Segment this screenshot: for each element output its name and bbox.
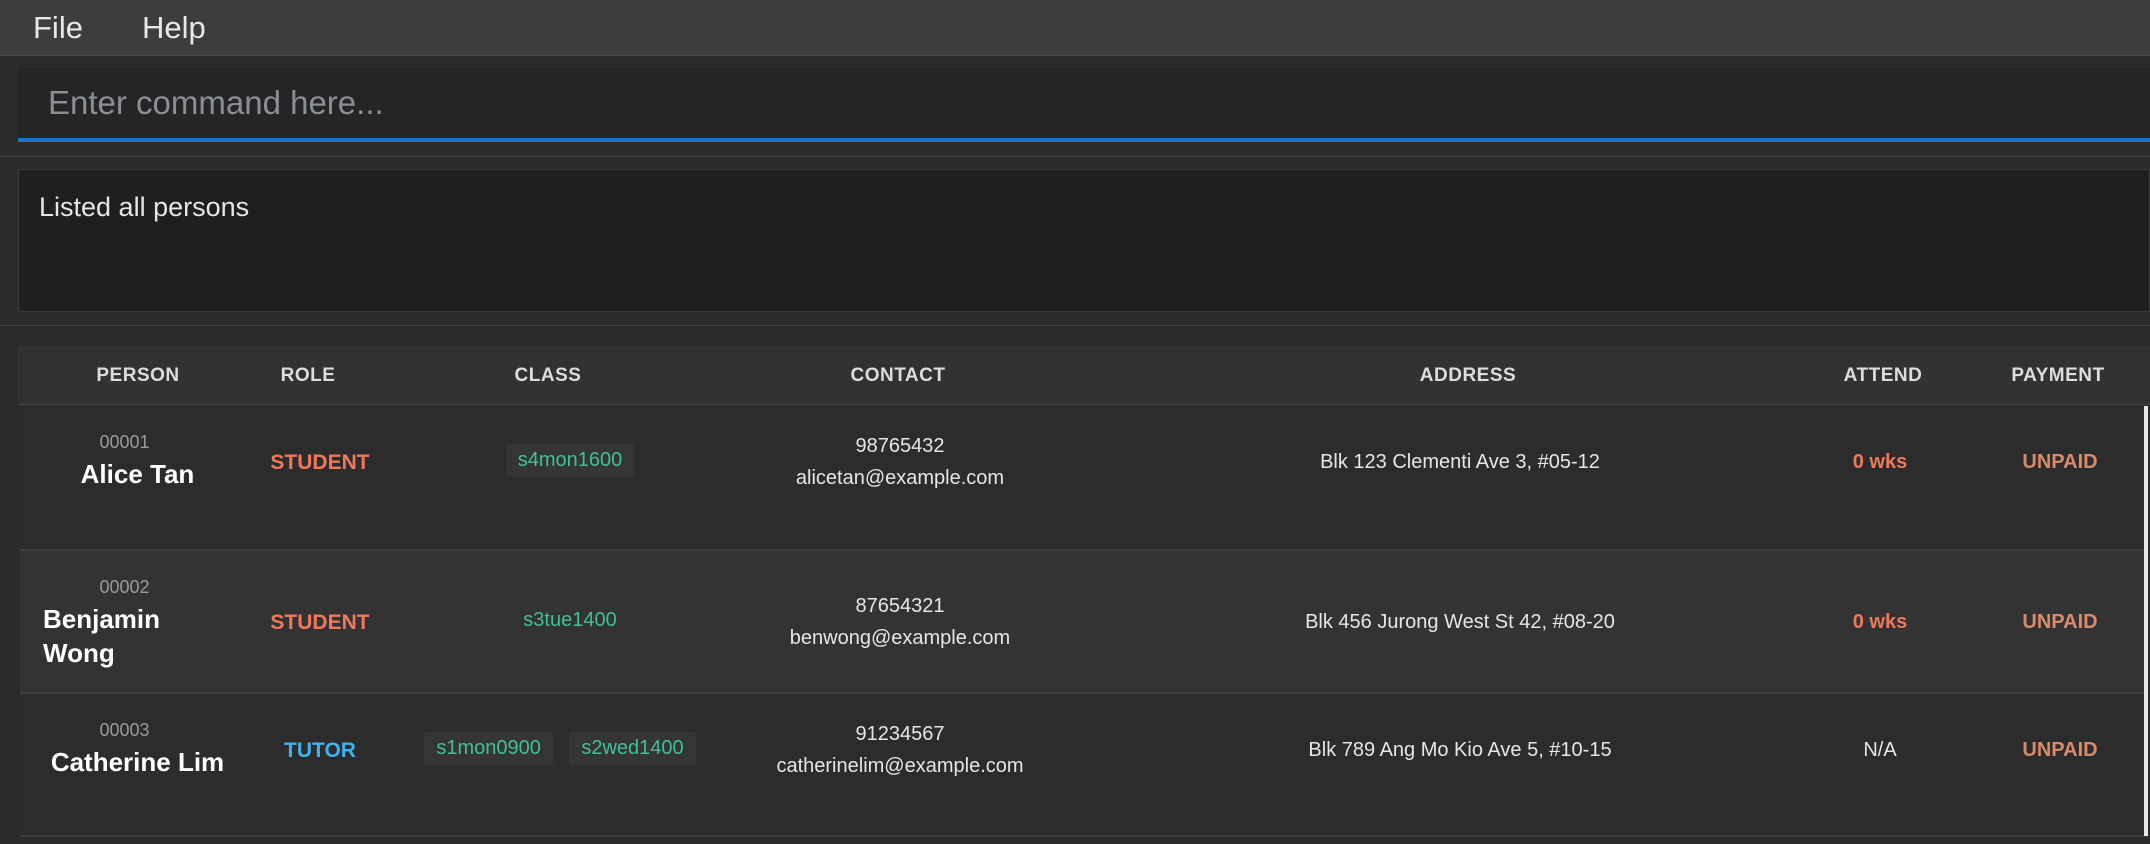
attend-cell: 0 wks <box>1852 451 1908 473</box>
command-input[interactable] <box>18 68 2150 142</box>
command-box <box>0 56 2150 156</box>
header-person: PERSON <box>96 365 180 386</box>
table-header: PERSON ROLE CLASS CONTACT ADDRESS ATTEND… <box>18 346 2150 405</box>
address-cell: Blk 789 Ang Mo Kio Ave 5, #10-15 <box>1308 739 1612 761</box>
table-row[interactable]: 00003 Catherine Lim TUTOR s1mon0900 s2we… <box>20 694 2148 837</box>
result-message: Listed all persons <box>39 192 250 222</box>
person-cell: 00001 Alice Tan <box>30 432 245 491</box>
contact-phone: 87654321 <box>855 595 945 617</box>
table-scrollbar[interactable] <box>2144 406 2148 836</box>
contact-phone: 91234567 <box>855 723 945 745</box>
divider <box>0 325 2150 326</box>
address-cell: Blk 456 Jurong West St 42, #08-20 <box>1305 611 1615 633</box>
header-class: CLASS <box>514 365 582 386</box>
table-row[interactable]: 00001 Alice Tan STUDENT s4mon1600 987654… <box>20 406 2148 551</box>
class-cell: s3tue1400 <box>420 604 720 637</box>
address-cell: Blk 123 Clementi Ave 3, #05-12 <box>1320 451 1600 473</box>
payment-status: UNPAID <box>2022 739 2098 761</box>
payment-status: UNPAID <box>2022 451 2098 473</box>
person-id: 00001 <box>99 432 150 452</box>
table-row[interactable]: 00002 Benjamin Wong STUDENT s3tue1400 87… <box>20 551 2148 694</box>
contact-email: benwong@example.com <box>789 627 1011 649</box>
person-name: Benjamin Wong <box>30 602 245 670</box>
role-badge: STUDENT <box>270 611 370 634</box>
menu-file[interactable]: File <box>33 10 83 46</box>
class-cell: s4mon1600 <box>420 444 720 477</box>
contact-phone: 98765432 <box>855 435 945 457</box>
person-name: Alice Tan <box>80 459 195 489</box>
divider <box>0 156 2150 157</box>
role-badge: STUDENT <box>270 451 370 474</box>
payment-status: UNPAID <box>2022 611 2098 633</box>
header-address: ADDRESS <box>1419 365 1517 386</box>
attend-cell: N/A <box>1863 739 1897 761</box>
menu-help[interactable]: Help <box>142 10 206 46</box>
person-name-last: Wong <box>43 638 115 668</box>
contact-cell: 98765432 alicetan@example.com <box>760 430 1040 494</box>
person-cell: 00002 Benjamin Wong <box>30 577 245 670</box>
class-chip: s1mon0900 <box>424 732 553 765</box>
contact-email: catherinelim@example.com <box>776 755 1024 777</box>
contact-email: alicetan@example.com <box>795 467 1005 489</box>
person-table: PERSON ROLE CLASS CONTACT ADDRESS ATTEND… <box>18 346 2150 844</box>
class-chip: s3tue1400 <box>523 609 617 631</box>
contact-cell: 87654321 benwong@example.com <box>760 590 1040 654</box>
header-role: ROLE <box>280 365 336 386</box>
contact-cell: 91234567 catherinelim@example.com <box>760 718 1040 782</box>
header-attend: ATTEND <box>1843 365 1923 386</box>
result-display: Listed all persons <box>18 169 2150 312</box>
person-id: 00003 <box>99 720 150 740</box>
header-contact: CONTACT <box>850 365 946 386</box>
person-cell: 00003 Catherine Lim <box>30 720 245 779</box>
menu-bar: File Help <box>0 0 2150 56</box>
class-chip: s2wed1400 <box>569 732 696 765</box>
person-id: 00002 <box>99 577 150 597</box>
class-chip: s4mon1600 <box>505 444 635 477</box>
person-name-first: Benjamin <box>43 604 161 634</box>
class-cell: s1mon0900 s2wed1400 <box>390 732 730 765</box>
attend-cell: 0 wks <box>1852 611 1908 633</box>
person-name: Catherine Lim <box>50 747 225 777</box>
role-badge: TUTOR <box>284 739 356 762</box>
header-payment: PAYMENT <box>2011 365 2105 386</box>
